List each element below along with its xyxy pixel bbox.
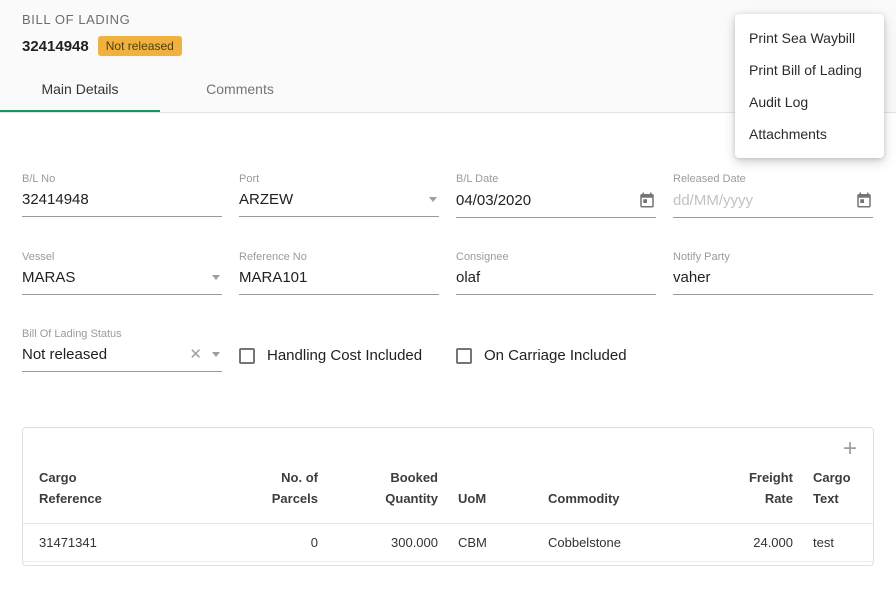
notify-party-field: Notify Party vaher <box>673 251 873 295</box>
cell-no-of-parcels: 0 <box>223 523 328 561</box>
tab-main-details[interactable]: Main Details <box>0 69 160 112</box>
col-uom: UoM <box>448 462 538 523</box>
port-field: Port ARZEW <box>239 173 439 218</box>
bl-date-input[interactable]: 04/03/2020 <box>456 191 656 218</box>
cell-uom: CBM <box>448 523 538 561</box>
vessel-label: Vessel <box>22 251 222 263</box>
col-booked-quantity: Booked Quantity <box>328 462 448 523</box>
menu-item-print-sea-waybill[interactable]: Print Sea Waybill <box>735 22 884 54</box>
bill-of-lading-page: BILL OF LADING 32414948 Not released Mai… <box>0 0 896 599</box>
chevron-down-icon[interactable] <box>429 197 437 202</box>
cell-freight-rate: 24.000 <box>698 523 803 561</box>
bl-status-field: Bill Of Lading Status Not released ✕ <box>22 328 222 372</box>
col-freight-rate: Freight Rate <box>698 462 803 523</box>
vessel-select[interactable]: MARAS <box>22 269 222 295</box>
bl-status-label: Bill Of Lading Status <box>22 328 222 340</box>
released-date-input[interactable]: dd/MM/yyyy <box>673 191 873 218</box>
on-carriage-label: On Carriage Included <box>484 347 627 364</box>
col-no-of-parcels: No. of Parcels <box>223 462 328 523</box>
actions-dropdown-menu: Print Sea Waybill Print Bill of Lading A… <box>735 14 884 158</box>
released-date-placeholder: dd/MM/yyyy <box>673 192 849 209</box>
handling-cost-label: Handling Cost Included <box>267 347 422 364</box>
main-details-form: B/L No 32414948 Port ARZEW B/L Date 04/0… <box>0 173 896 372</box>
cargo-card: + Cargo Reference No. of Parcels Booked … <box>22 427 874 566</box>
col-commodity: Commodity <box>538 462 698 523</box>
col-cargo-text: Cargo Text <box>803 462 873 523</box>
port-select[interactable]: ARZEW <box>239 191 439 217</box>
clear-icon[interactable]: ✕ <box>189 347 202 362</box>
bl-date-label: B/L Date <box>456 173 656 185</box>
vessel-field: Vessel MARAS <box>22 251 222 295</box>
calendar-icon[interactable] <box>638 191 656 209</box>
bl-no-label: B/L No <box>22 173 222 185</box>
menu-item-attachments[interactable]: Attachments <box>735 118 884 150</box>
document-number: 32414948 <box>22 38 89 55</box>
consignee-field: Consignee olaf <box>456 251 656 295</box>
handling-cost-checkbox-row: Handling Cost Included <box>239 328 439 364</box>
bl-no-field: B/L No 32414948 <box>22 173 222 218</box>
cell-booked-quantity: 300.000 <box>328 523 448 561</box>
port-label: Port <box>239 173 439 185</box>
bl-date-field: B/L Date 04/03/2020 <box>456 173 656 218</box>
calendar-icon[interactable] <box>855 191 873 209</box>
chevron-down-icon[interactable] <box>212 275 220 280</box>
handling-cost-checkbox[interactable] <box>239 348 255 364</box>
cargo-table-header-row: Cargo Reference No. of Parcels Booked Qu… <box>23 462 873 523</box>
bl-no-input[interactable]: 32414948 <box>22 191 222 217</box>
cell-cargo-text: test <box>803 523 873 561</box>
reference-no-input[interactable]: MARA101 <box>239 269 439 295</box>
reference-no-label: Reference No <box>239 251 439 263</box>
reference-no-field: Reference No MARA101 <box>239 251 439 295</box>
consignee-label: Consignee <box>456 251 656 263</box>
add-cargo-row-button[interactable]: + <box>843 438 857 460</box>
cargo-table-row[interactable]: 31471341 0 300.000 CBM Cobbelstone 24.00… <box>23 523 873 561</box>
notify-party-label: Notify Party <box>673 251 873 263</box>
on-carriage-checkbox-row: On Carriage Included <box>456 328 656 364</box>
chevron-down-icon[interactable] <box>212 352 220 357</box>
menu-item-audit-log[interactable]: Audit Log <box>735 86 884 118</box>
bl-status-select[interactable]: Not released ✕ <box>22 346 222 372</box>
released-date-field: Released Date dd/MM/yyyy <box>673 173 873 218</box>
cell-cargo-reference: 31471341 <box>23 523 223 561</box>
on-carriage-checkbox[interactable] <box>456 348 472 364</box>
col-cargo-reference: Cargo Reference <box>23 462 223 523</box>
released-date-label: Released Date <box>673 173 873 185</box>
tab-comments[interactable]: Comments <box>160 69 320 112</box>
consignee-input[interactable]: olaf <box>456 269 656 295</box>
status-badge: Not released <box>98 36 182 56</box>
cargo-table: Cargo Reference No. of Parcels Booked Qu… <box>23 462 873 562</box>
cell-commodity: Cobbelstone <box>538 523 698 561</box>
menu-item-print-bill-of-lading[interactable]: Print Bill of Lading <box>735 54 884 86</box>
notify-party-input[interactable]: vaher <box>673 269 873 295</box>
